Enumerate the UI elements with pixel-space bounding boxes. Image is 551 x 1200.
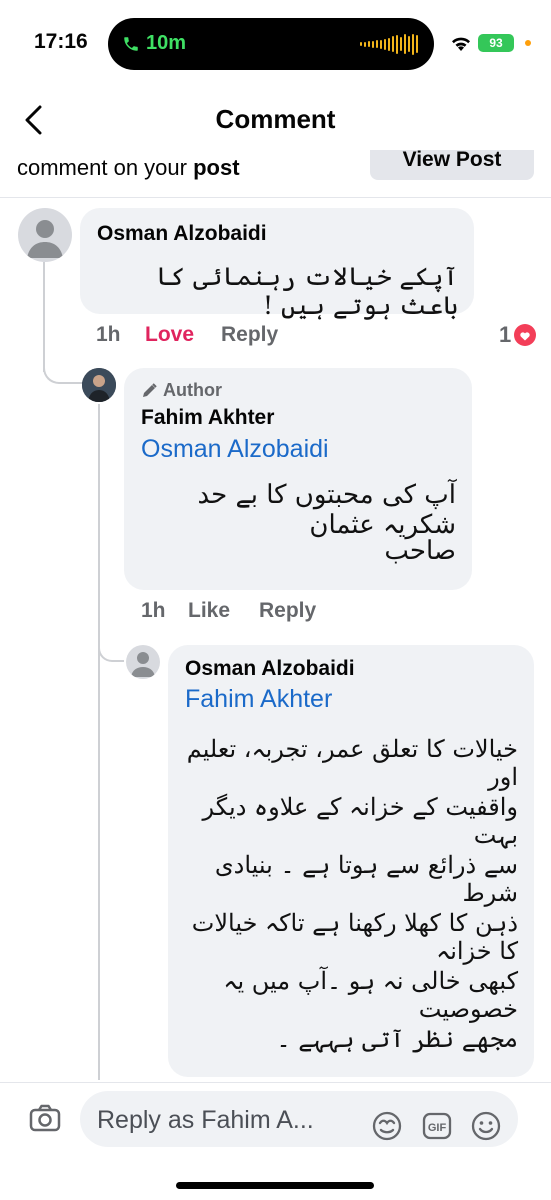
thread-line-main xyxy=(43,262,45,372)
emoji-icon[interactable] xyxy=(469,1109,503,1143)
camera-icon[interactable] xyxy=(28,1101,62,1135)
comment-bubble[interactable]: Author Fahim Akhter Osman Alzobaidi آپ ک… xyxy=(124,368,472,590)
comment-text-line: صاحب xyxy=(384,536,456,566)
battery-indicator: 93 xyxy=(478,34,514,52)
view-post-button[interactable]: View Post xyxy=(370,150,534,180)
default-user-icon xyxy=(131,652,155,677)
call-indicator[interactable]: 10m xyxy=(122,32,186,55)
status-bar: 17:16 10m 93 xyxy=(0,0,551,90)
comment-author[interactable]: Osman Alzobaidi xyxy=(185,657,355,681)
avatar[interactable] xyxy=(126,645,160,679)
mention-link[interactable]: Osman Alzobaidi xyxy=(141,435,329,464)
audio-waveform-icon xyxy=(360,33,418,55)
status-time: 17:16 xyxy=(34,30,88,53)
comment-time: 1h xyxy=(96,323,121,346)
comment-bubble[interactable]: Osman Alzobaidi Fahim Akhter خیالات کا ت… xyxy=(168,645,534,1077)
love-reaction-button[interactable]: Love xyxy=(145,323,194,347)
notice-text-prefix: comment on your xyxy=(17,155,187,180)
comment-text-line: آپ کی محبتوں کا بے حد شکریہ عثمان xyxy=(197,480,457,540)
home-indicator[interactable] xyxy=(176,1182,374,1189)
thread-line-reply xyxy=(98,404,100,1080)
call-duration: 10m xyxy=(146,32,187,54)
comment-author[interactable]: Fahim Akhter xyxy=(141,406,274,430)
comment-text-line: واقفیت کے خزانہ کے علاوہ دیگر بہت xyxy=(202,793,518,849)
gif-icon[interactable]: GIF xyxy=(420,1109,454,1143)
avatar[interactable] xyxy=(82,368,116,402)
comment-time: 1h xyxy=(141,599,166,622)
author-photo-icon xyxy=(82,368,116,402)
comment-text-line: خیالات کا تعلق عمر، تجربہ، تعلیم اور xyxy=(186,735,518,791)
phone-icon xyxy=(124,36,138,51)
author-badge: Author xyxy=(141,380,222,401)
comment-bubble[interactable]: Osman Alzobaidi آپکے خیالات رہنمائی کا ب… xyxy=(80,208,474,320)
battery-level: 93 xyxy=(489,36,503,50)
post-notice: comment on your post View Post xyxy=(0,150,551,198)
reply-button[interactable]: Reply xyxy=(259,599,316,623)
reply-input-placeholder: Reply as Fahim A... xyxy=(97,1106,314,1134)
page-title: Comment xyxy=(215,104,336,134)
reply-button[interactable]: Reply xyxy=(221,323,278,347)
reaction-count-number: 1 xyxy=(499,322,512,347)
avatar[interactable] xyxy=(18,208,72,262)
avatar-sticker-icon[interactable] xyxy=(370,1109,404,1143)
thread-connector-1 xyxy=(43,366,83,384)
comment-text-line: ذہن کا کھلا رکھنا ہے تاکہ خیالات کا خزان… xyxy=(191,909,518,965)
comment-text-line: سے ذرائع سے ہوتا ہے ۔ بنیادی شرط xyxy=(214,851,518,907)
wifi-icon xyxy=(452,37,470,51)
reply-input[interactable]: Reply as Fahim A... GIF xyxy=(80,1091,518,1147)
comment-text-line: کبھی خالی نہ ہو ۔آپ میں یہ خصوصیت xyxy=(223,967,518,1023)
privacy-indicator-dot xyxy=(525,40,531,46)
dynamic-island[interactable]: 10m xyxy=(108,18,434,70)
mention-link[interactable]: Fahim Akhter xyxy=(185,685,332,714)
comment-text: آپکے خیالات رہنمائی کا باعث ہوتے ہیں ! xyxy=(155,262,458,320)
notice-text: comment on your post xyxy=(17,155,240,181)
comment-author[interactable]: Osman Alzobaidi xyxy=(97,222,267,246)
default-user-icon xyxy=(27,220,63,258)
top-nav-bar: Comment xyxy=(0,90,551,150)
like-button[interactable]: Like xyxy=(188,599,230,623)
svg-text:GIF: GIF xyxy=(428,1122,447,1134)
comment-text-line: مجھے نظر آتی ہہہے ۔ xyxy=(276,1025,518,1053)
thread-connector-2 xyxy=(98,640,124,662)
heart-icon xyxy=(514,324,537,346)
notice-text-bold: post xyxy=(193,155,240,180)
author-badge-label: Author xyxy=(163,380,222,400)
pencil-icon xyxy=(143,383,157,397)
reaction-count[interactable]: 1 xyxy=(499,322,537,348)
